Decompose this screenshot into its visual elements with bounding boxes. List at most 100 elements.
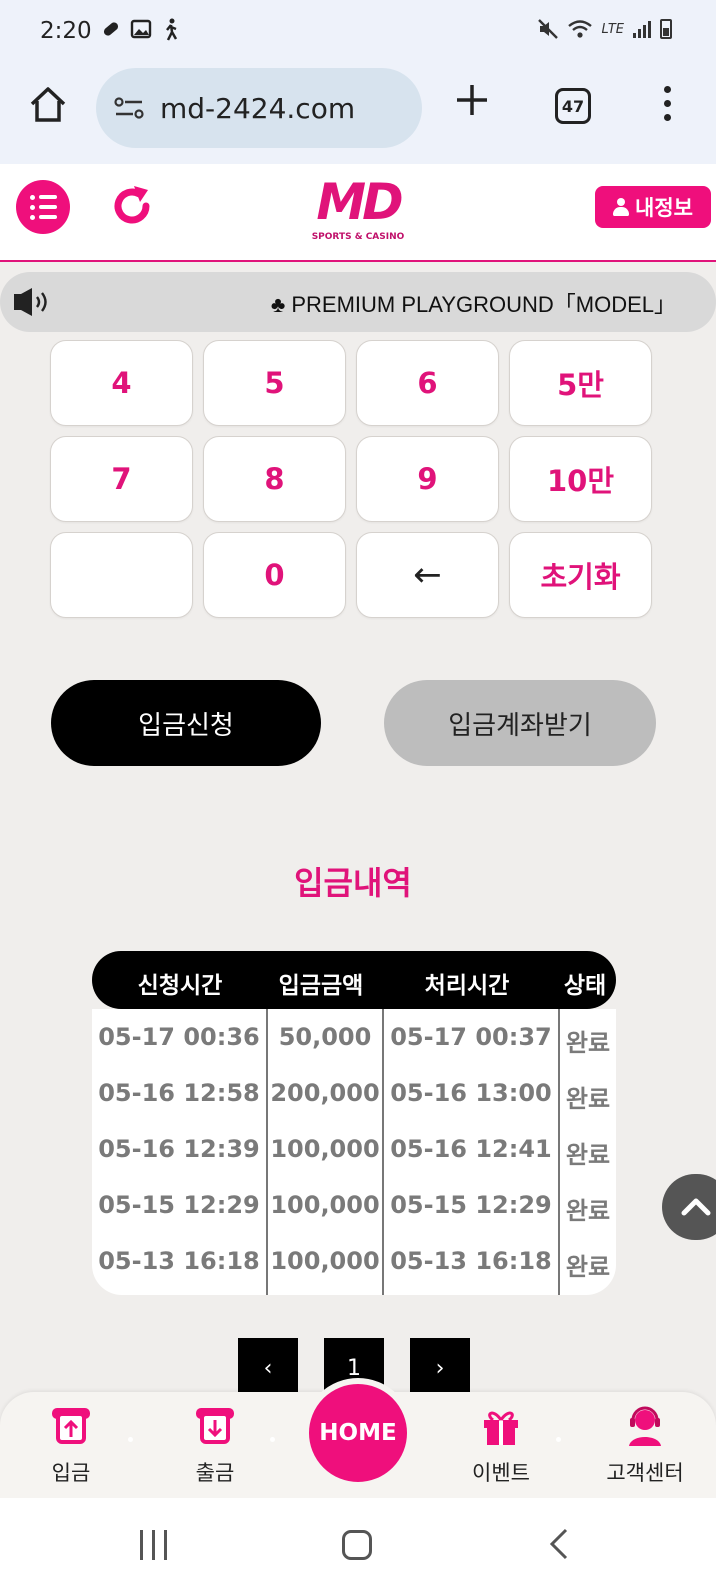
key-0[interactable]: 0 bbox=[203, 532, 346, 618]
cell-amount: 100,000 bbox=[270, 1191, 380, 1219]
table-row: 05-13 16:18 100,000 05-13 16:18 완료 bbox=[92, 1233, 616, 1289]
col-amount: 입금금액 bbox=[278, 973, 364, 999]
col-request-time: 신청시간 bbox=[137, 973, 223, 999]
menu-button[interactable] bbox=[16, 180, 70, 234]
cell-status: 완료 bbox=[565, 1141, 611, 1169]
table-body: 05-17 00:36 50,000 05-17 00:37 완료 05-16 … bbox=[92, 1009, 616, 1295]
nav-event[interactable]: 이벤트 bbox=[446, 1404, 556, 1487]
notice-marquee: ♣ PREMIUM PLAYGROUND「MODEL」 bbox=[0, 272, 716, 332]
nav-withdraw[interactable]: 출금 bbox=[160, 1404, 270, 1487]
cell-processed-time: 05-15 12:29 bbox=[390, 1191, 552, 1219]
prev-page-button[interactable]: ‹ bbox=[238, 1338, 298, 1398]
deposit-request-button[interactable]: 입금신청 bbox=[51, 680, 321, 766]
site-header: MD SPORTS & CASINO 내정보 bbox=[0, 164, 716, 262]
tab-switcher-button[interactable]: 47 bbox=[555, 88, 591, 124]
nav-support-label: 고객센터 bbox=[606, 1461, 684, 1485]
headset-agent-icon bbox=[629, 1406, 661, 1446]
browser-toolbar: md-2424.com 47 bbox=[0, 62, 716, 164]
nav-support[interactable]: 고객센터 bbox=[590, 1404, 700, 1487]
nav-separator-dot bbox=[270, 1437, 275, 1442]
table-row: 05-16 12:39 100,000 05-16 12:41 완료 bbox=[92, 1121, 616, 1177]
scroll-top-button[interactable] bbox=[662, 1174, 716, 1240]
cell-request-time: 05-15 12:29 bbox=[98, 1191, 260, 1219]
cell-processed-time: 05-17 00:37 bbox=[390, 1023, 552, 1051]
deposit-history-title: 입금내역 bbox=[294, 864, 412, 902]
cell-amount: 200,000 bbox=[270, 1079, 380, 1107]
status-bar: 2:20 LTE bbox=[0, 0, 716, 62]
col-processed-time: 처리시간 bbox=[424, 973, 510, 999]
browser-home-icon[interactable] bbox=[26, 82, 70, 126]
walking-icon bbox=[166, 18, 178, 41]
cell-processed-time: 05-16 12:41 bbox=[390, 1135, 552, 1163]
col-status: 상태 bbox=[563, 973, 607, 999]
android-nav-bar bbox=[0, 1498, 716, 1593]
deposit-history-table: 신청시간 입금금액 처리시간 상태 05-17 00:36 50,000 05-… bbox=[92, 951, 616, 1295]
android-back-icon[interactable] bbox=[546, 1526, 572, 1571]
deposit-icon bbox=[52, 1408, 90, 1444]
plus-icon bbox=[457, 85, 487, 115]
table-row: 05-16 12:58 200,000 05-16 13:00 완료 bbox=[92, 1065, 616, 1121]
key-9[interactable]: 9 bbox=[356, 436, 499, 522]
android-home-icon[interactable] bbox=[342, 1530, 372, 1560]
cell-status: 완료 bbox=[565, 1085, 611, 1113]
chevron-up-icon bbox=[681, 1198, 711, 1216]
get-deposit-account-button[interactable]: 입금계좌받기 bbox=[384, 680, 656, 766]
key-7[interactable]: 7 bbox=[50, 436, 193, 522]
cell-request-time: 05-17 00:36 bbox=[98, 1023, 260, 1051]
cell-amount: 100,000 bbox=[270, 1247, 380, 1275]
recent-apps-icon[interactable] bbox=[140, 1530, 167, 1560]
status-left-icons bbox=[100, 18, 182, 42]
nav-event-label: 이벤트 bbox=[472, 1461, 530, 1485]
status-time: 2:20 bbox=[40, 18, 92, 44]
nav-separator-dot bbox=[128, 1437, 133, 1442]
home-button[interactable]: HOME bbox=[303, 1378, 413, 1488]
cell-status: 완료 bbox=[565, 1253, 611, 1281]
table-header: 신청시간 입금금액 처리시간 상태 bbox=[92, 951, 616, 1009]
key-8[interactable]: 8 bbox=[203, 436, 346, 522]
browser-menu-icon[interactable] bbox=[664, 86, 671, 121]
url-text: md-2424.com bbox=[160, 91, 356, 125]
lte-label: LTE bbox=[601, 21, 624, 37]
withdraw-icon bbox=[196, 1408, 234, 1444]
cell-request-time: 05-13 16:18 bbox=[98, 1247, 260, 1275]
user-icon bbox=[613, 198, 630, 216]
logo-mark: MD bbox=[316, 173, 403, 231]
url-bar[interactable]: md-2424.com bbox=[96, 68, 422, 148]
new-tab-button[interactable] bbox=[454, 82, 490, 125]
marquee-text: ♣ PREMIUM PLAYGROUND「MODEL」 bbox=[270, 292, 676, 317]
cell-request-time: 05-16 12:39 bbox=[98, 1135, 260, 1163]
table-row: 05-17 00:36 50,000 05-17 00:37 완료 bbox=[92, 1009, 616, 1065]
reset-key[interactable]: 초기화 bbox=[509, 532, 652, 618]
next-page-button[interactable]: › bbox=[410, 1338, 470, 1398]
nav-deposit[interactable]: 입금 bbox=[16, 1404, 126, 1487]
nav-separator-dot bbox=[556, 1437, 561, 1442]
key-50000[interactable]: 5만 bbox=[509, 340, 652, 426]
cell-processed-time: 05-16 13:00 bbox=[390, 1079, 552, 1107]
table-row: 05-15 12:29 100,000 05-15 12:29 완료 bbox=[92, 1177, 616, 1233]
backspace-key[interactable]: ← bbox=[356, 532, 499, 618]
key-100000[interactable]: 10만 bbox=[509, 436, 652, 522]
gift-icon bbox=[484, 1411, 518, 1445]
site-logo[interactable]: MD SPORTS & CASINO bbox=[310, 174, 406, 252]
status-right-icons: LTE bbox=[537, 18, 672, 40]
signal-icon bbox=[633, 21, 651, 38]
key-5[interactable]: 5 bbox=[203, 340, 346, 426]
site-settings-icon[interactable] bbox=[114, 96, 146, 120]
key-4[interactable]: 4 bbox=[50, 340, 193, 426]
pill-icon bbox=[103, 22, 119, 36]
battery-icon bbox=[660, 19, 672, 39]
nav-deposit-label: 입금 bbox=[51, 1461, 91, 1485]
logo-subtitle: SPORTS & CASINO bbox=[311, 232, 405, 242]
nav-withdraw-label: 출금 bbox=[195, 1461, 235, 1485]
megaphone-icon bbox=[14, 288, 47, 316]
myinfo-label: 내정보 bbox=[635, 196, 693, 220]
myinfo-button[interactable]: 내정보 bbox=[595, 186, 711, 228]
cell-status: 완료 bbox=[565, 1029, 611, 1057]
refresh-icon[interactable] bbox=[108, 182, 156, 230]
key-blank[interactable] bbox=[50, 532, 193, 618]
cell-processed-time: 05-13 16:18 bbox=[390, 1247, 552, 1275]
cell-request-time: 05-16 12:58 bbox=[98, 1079, 260, 1107]
cell-amount: 50,000 bbox=[278, 1023, 372, 1051]
key-6[interactable]: 6 bbox=[356, 340, 499, 426]
cell-status: 완료 bbox=[565, 1197, 611, 1225]
